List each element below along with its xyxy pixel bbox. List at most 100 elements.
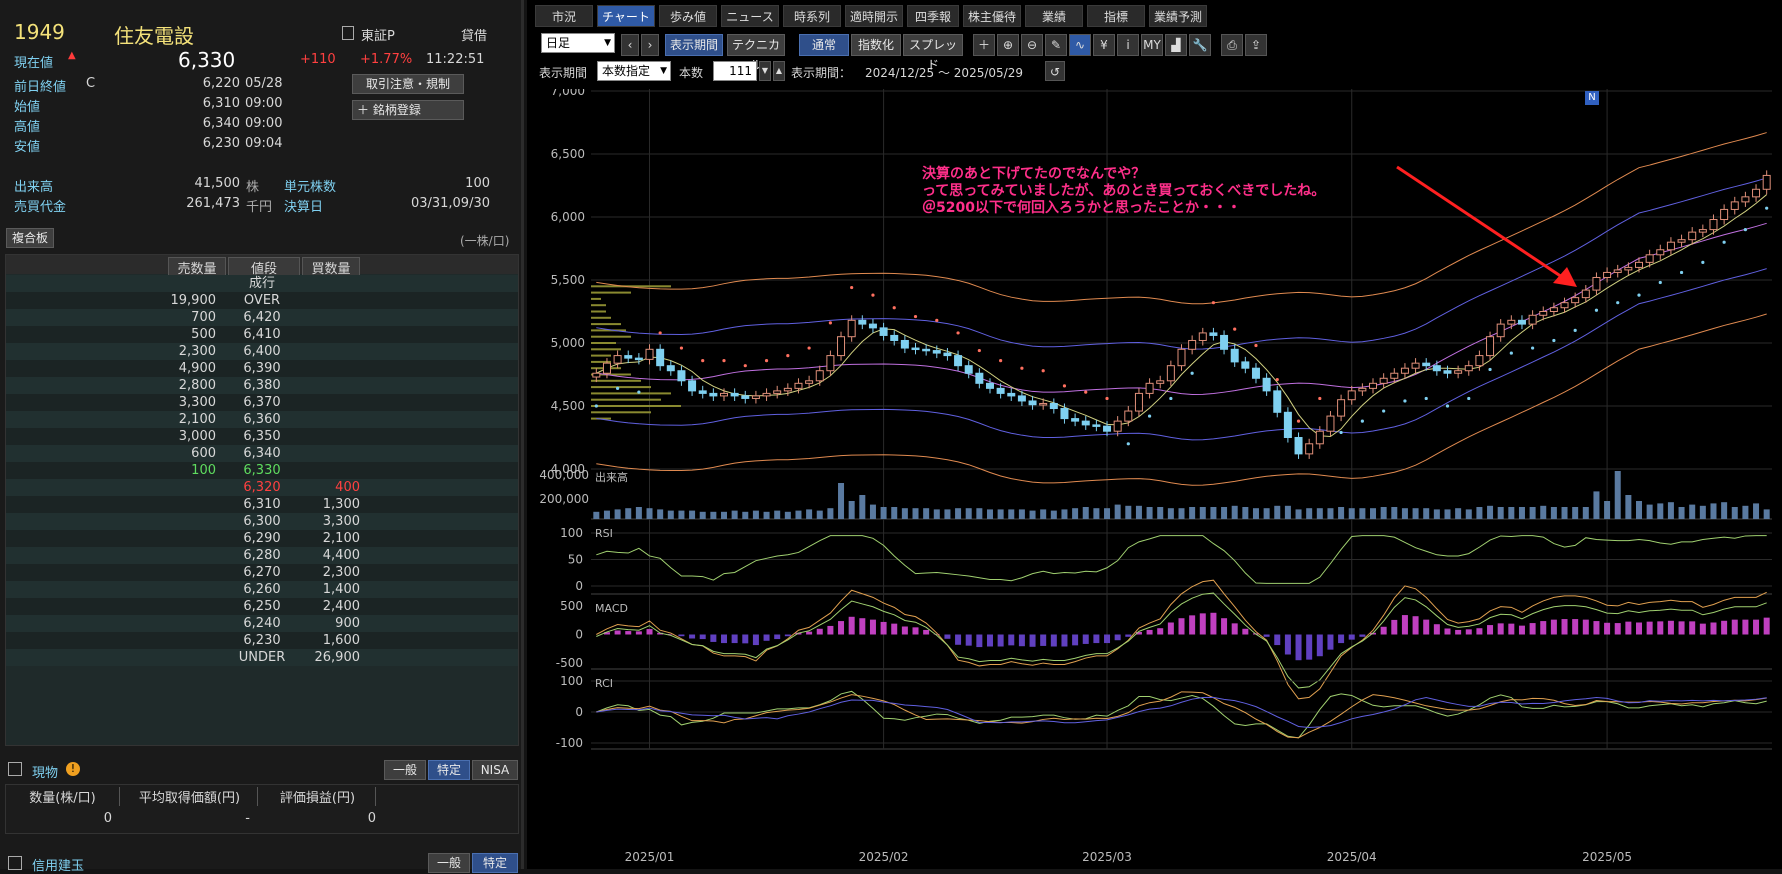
orderbook-row[interactable]: 2,300 6,400 (6, 343, 518, 360)
orderbook-row[interactable]: 600 6,340 (6, 445, 518, 462)
count-down-icon[interactable]: ▼ (759, 61, 771, 81)
credit-icon[interactable] (8, 856, 22, 870)
zoom-in-icon[interactable]: ⊕ (997, 34, 1019, 56)
tab-1[interactable]: チャート (597, 5, 655, 27)
count-input[interactable]: 111 (713, 61, 757, 81)
volume-bar (710, 511, 717, 519)
wave-icon[interactable]: ∿ (1069, 34, 1091, 56)
chart-panel: 市況 チャート 歩み値 ニュース 時系列 適時開示 四季報 株主優待 業績 指標 業績予測 日足 ▼ … (527, 0, 1782, 869)
price: 6,400 (243, 344, 281, 359)
annotation-box: 決算のあと下げてたのでなんでや？ って思ってみていましたが、あのとき買っておくべ… (922, 166, 1325, 217)
period-select[interactable]: 日足 ▼ (541, 33, 615, 53)
yen-icon[interactable]: ¥ (1093, 34, 1115, 56)
news-marker[interactable]: N (1585, 91, 1599, 105)
print-icon[interactable]: ⎙ (1221, 34, 1243, 56)
prev-icon[interactable]: ‹ (621, 34, 639, 56)
orderbook-title-button[interactable]: 複合板 (6, 228, 54, 248)
candle (1007, 392, 1016, 397)
macd-histogram-bar (1082, 634, 1089, 644)
pen-icon[interactable]: ✎ (1045, 34, 1067, 56)
spread-button[interactable]: スプレッド (903, 34, 963, 72)
volume-bar (1370, 508, 1377, 519)
wrench-icon[interactable]: 🔧 (1189, 34, 1211, 56)
rsi-tick: 0 (575, 579, 583, 593)
sar-dot (1318, 396, 1322, 401)
orderbook-row[interactable]: 2,800 6,380 (6, 377, 518, 394)
tab-nisa[interactable]: NISA (472, 760, 518, 780)
candle (1124, 410, 1133, 422)
sar-dot (956, 331, 960, 335)
volume-bar (625, 508, 632, 519)
orderbook-row[interactable]: 6,250 2,400 (6, 598, 518, 615)
orderbook-row[interactable]: 100 6,330 (6, 462, 518, 479)
price: 6,380 (243, 378, 281, 393)
info-icon[interactable]: ⅰ (1117, 34, 1139, 56)
tab-specific[interactable]: 特定 (428, 760, 470, 780)
register-button[interactable]: ＋ 銘柄登録 (352, 100, 464, 120)
orderbook-row[interactable]: 19,900 OVER (6, 292, 518, 309)
volume-bar (635, 507, 642, 519)
orderbook-row[interactable]: 6,300 3,300 (6, 513, 518, 530)
reset-icon[interactable]: ↺ (1045, 61, 1065, 81)
orderbook-row[interactable]: 6,290 2,100 (6, 530, 518, 547)
credit-tab-general[interactable]: 一般 (428, 853, 470, 873)
rsi-pane-label: RSI (595, 527, 613, 540)
tab-2[interactable]: 歩み値 (659, 5, 717, 27)
orderbook-row[interactable]: 6,320 400 (6, 479, 518, 496)
sar-dot (1637, 293, 1641, 297)
candle (1145, 382, 1154, 394)
export-icon[interactable]: ⇪ (1245, 34, 1267, 56)
tab-5[interactable]: 適時開示 (845, 5, 903, 27)
next-icon[interactable]: › (641, 34, 659, 56)
credit-tab-specific[interactable]: 特定 (472, 853, 518, 873)
tab-3[interactable]: ニュース (721, 5, 779, 27)
volume-bar (816, 510, 823, 519)
macd-histogram-bar (1550, 619, 1557, 635)
tab-0[interactable]: 市況 (535, 5, 593, 27)
macd-histogram-bar (1518, 625, 1525, 635)
orderbook-row[interactable]: 6,240 900 (6, 615, 518, 632)
orderbook-row[interactable]: 4,900 6,390 (6, 360, 518, 377)
price: 6,260 (243, 582, 281, 597)
tab-10[interactable]: 業績予測 (1149, 5, 1207, 27)
orderbook-row[interactable]: UNDER 26,900 (6, 649, 518, 666)
holdings-icon[interactable] (8, 762, 22, 776)
volume-bar (1252, 508, 1259, 519)
count-up-icon[interactable]: ▲ (773, 61, 785, 81)
tab-4[interactable]: 時系列 (783, 5, 841, 27)
period-button[interactable]: 表示期間 (665, 34, 723, 56)
orderbook-row[interactable]: 500 6,410 (6, 326, 518, 343)
orderbook-row[interactable]: 6,270 2,300 (6, 564, 518, 581)
technical-button[interactable]: テクニカル (727, 34, 785, 72)
tab-6[interactable]: 四季報 (907, 5, 959, 27)
macd-histogram-bar (1412, 616, 1419, 635)
bollinger-upper-2 (596, 132, 1767, 305)
orderbook-row[interactable]: 6,280 4,400 (6, 547, 518, 564)
area-icon[interactable]: ▟ (1165, 34, 1187, 56)
orderbook-row[interactable]: 6,260 1,400 (6, 581, 518, 598)
orderbook-row[interactable]: 2,100 6,360 (6, 411, 518, 428)
range-mode-select[interactable]: 本数指定 ▼ (597, 61, 671, 81)
memo-icon[interactable] (342, 26, 354, 40)
orderbook-row[interactable]: 3,000 6,350 (6, 428, 518, 445)
orderbook-row[interactable]: 3,300 6,370 (6, 394, 518, 411)
orderbook-row[interactable]: 6,230 1,600 (6, 632, 518, 649)
stock-code: 1949 (14, 20, 65, 44)
plus-icon[interactable]: ＋ (973, 34, 995, 56)
candle (1315, 430, 1324, 445)
orderbook-row[interactable]: 700 6,420 (6, 309, 518, 326)
index-button[interactable]: 指数化 (851, 34, 901, 56)
y-tick-label: 5,000 (551, 336, 585, 350)
tab-8[interactable]: 業績 (1025, 5, 1083, 27)
zoom-out-icon[interactable]: ⊖ (1021, 34, 1043, 56)
tab-7[interactable]: 株主優待 (963, 5, 1021, 27)
my-icon[interactable]: MY (1141, 34, 1163, 56)
volume-bar (901, 508, 908, 519)
orderbook-row[interactable]: 6,310 1,300 (6, 496, 518, 513)
orderbook-row[interactable]: 成行 (6, 275, 518, 292)
sar-dot (1488, 367, 1492, 372)
normal-button[interactable]: 通常 (799, 34, 849, 56)
tab-general[interactable]: 一般 (384, 760, 426, 780)
tab-9[interactable]: 指標 (1087, 5, 1145, 27)
trade-notice-button[interactable]: 取引注意・規制 (352, 74, 464, 94)
